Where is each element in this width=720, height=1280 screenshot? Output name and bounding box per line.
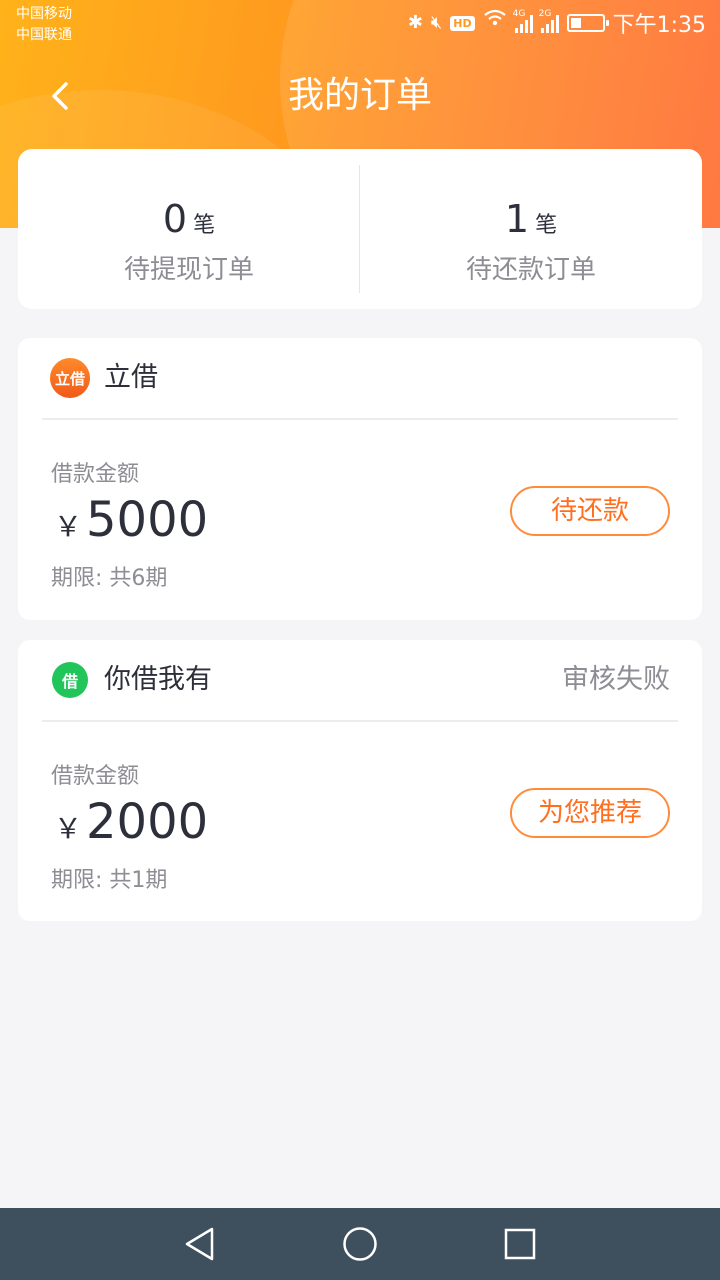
battery-icon — [566, 14, 609, 32]
order-card-header: 立借 立借 — [18, 338, 702, 418]
pending-withdraw-count: 0 — [162, 197, 188, 241]
loan-amount: ￥ 2000 — [54, 792, 208, 852]
lender-name: 立借 — [104, 362, 158, 393]
pending-repay-summary[interactable]: 1笔 待还款订单 — [360, 149, 702, 309]
order-card[interactable]: 借 你借我有 审核失败 借款金额 ￥ 2000 期限: 共1期 为您推荐 — [18, 640, 702, 921]
order-summary-card: 0笔 待提现订单 1笔 待还款订单 — [18, 149, 702, 309]
nav-bar: 我的订单 — [0, 60, 720, 132]
order-status: 审核失败 — [562, 664, 670, 695]
count-unit: 笔 — [535, 213, 558, 238]
carrier-1: 中国移动 — [16, 6, 72, 22]
pending-withdraw-label: 待提现订单 — [123, 255, 254, 285]
battery-level — [570, 18, 582, 28]
network-type-1: 4G — [512, 9, 526, 19]
carrier-labels: 中国移动 中国联通 — [16, 4, 72, 46]
loan-term: 期限: 共1期 — [51, 868, 168, 893]
system-home-button[interactable] — [342, 1226, 378, 1262]
count-unit: 笔 — [193, 213, 216, 238]
amount-value: 5000 — [86, 492, 209, 548]
clock: 下午1:35 — [612, 13, 706, 38]
pending-withdraw-summary[interactable]: 0笔 待提现订单 — [18, 149, 360, 309]
loan-amount: ￥ 5000 — [54, 490, 208, 550]
order-card[interactable]: 立借 立借 借款金额 ￥ 5000 期限: 共6期 待还款 — [18, 338, 702, 620]
triangle-back-icon — [185, 1227, 214, 1261]
hd-icon: HD — [450, 15, 475, 31]
lender-name: 你借我有 — [104, 664, 212, 695]
mute-icon: 🔇︎ — [430, 12, 443, 33]
amount-label: 借款金额 — [51, 764, 140, 789]
status-icons: ✱ 🔇︎ HD 4G 2G 下午1:35 — [408, 8, 706, 38]
pending-repay-count: 1 — [504, 197, 530, 241]
signal-4g-icon: 4G — [513, 9, 533, 33]
loan-term: 期限: 共6期 — [51, 566, 168, 591]
card-divider — [42, 720, 678, 722]
circle-home-icon — [343, 1227, 377, 1261]
card-divider — [42, 418, 678, 420]
system-back-button[interactable] — [182, 1226, 218, 1262]
system-recents-button[interactable] — [502, 1226, 538, 1262]
signal-2g-icon: 2G — [539, 9, 559, 33]
amount-value: 2000 — [86, 794, 209, 850]
amount-label: 借款金额 — [51, 462, 140, 487]
summary-divider — [359, 165, 360, 293]
system-nav-bar — [0, 1208, 720, 1280]
status-bar: 中国移动 中国联通 ✱ 🔇︎ HD 4G 2G 下午1:35 — [0, 0, 720, 48]
wifi-icon — [483, 8, 507, 38]
network-type-2: 2G — [538, 9, 552, 19]
page-title: 我的订单 — [287, 75, 432, 116]
carrier-2: 中国联通 — [16, 27, 72, 43]
currency-symbol: ￥ — [54, 812, 83, 845]
currency-symbol: ￥ — [54, 510, 83, 543]
order-card-header: 借 你借我有 审核失败 — [18, 640, 702, 720]
my-orders-screen: 中国移动 中国联通 ✱ 🔇︎ HD 4G 2G 下午1:35 我的订单 0 笔 … — [0, 0, 720, 1280]
square-recents-icon — [504, 1228, 536, 1260]
recommend-button[interactable]: 为您推荐 — [510, 788, 670, 838]
nijiewoyou-logo-icon: 借 — [52, 662, 88, 698]
lijie-logo-icon: 立借 — [50, 358, 90, 398]
pending-repay-button[interactable]: 待还款 — [510, 486, 670, 536]
bluetooth-icon: ✱ — [407, 12, 423, 33]
pending-repay-label: 待还款订单 — [465, 255, 596, 285]
